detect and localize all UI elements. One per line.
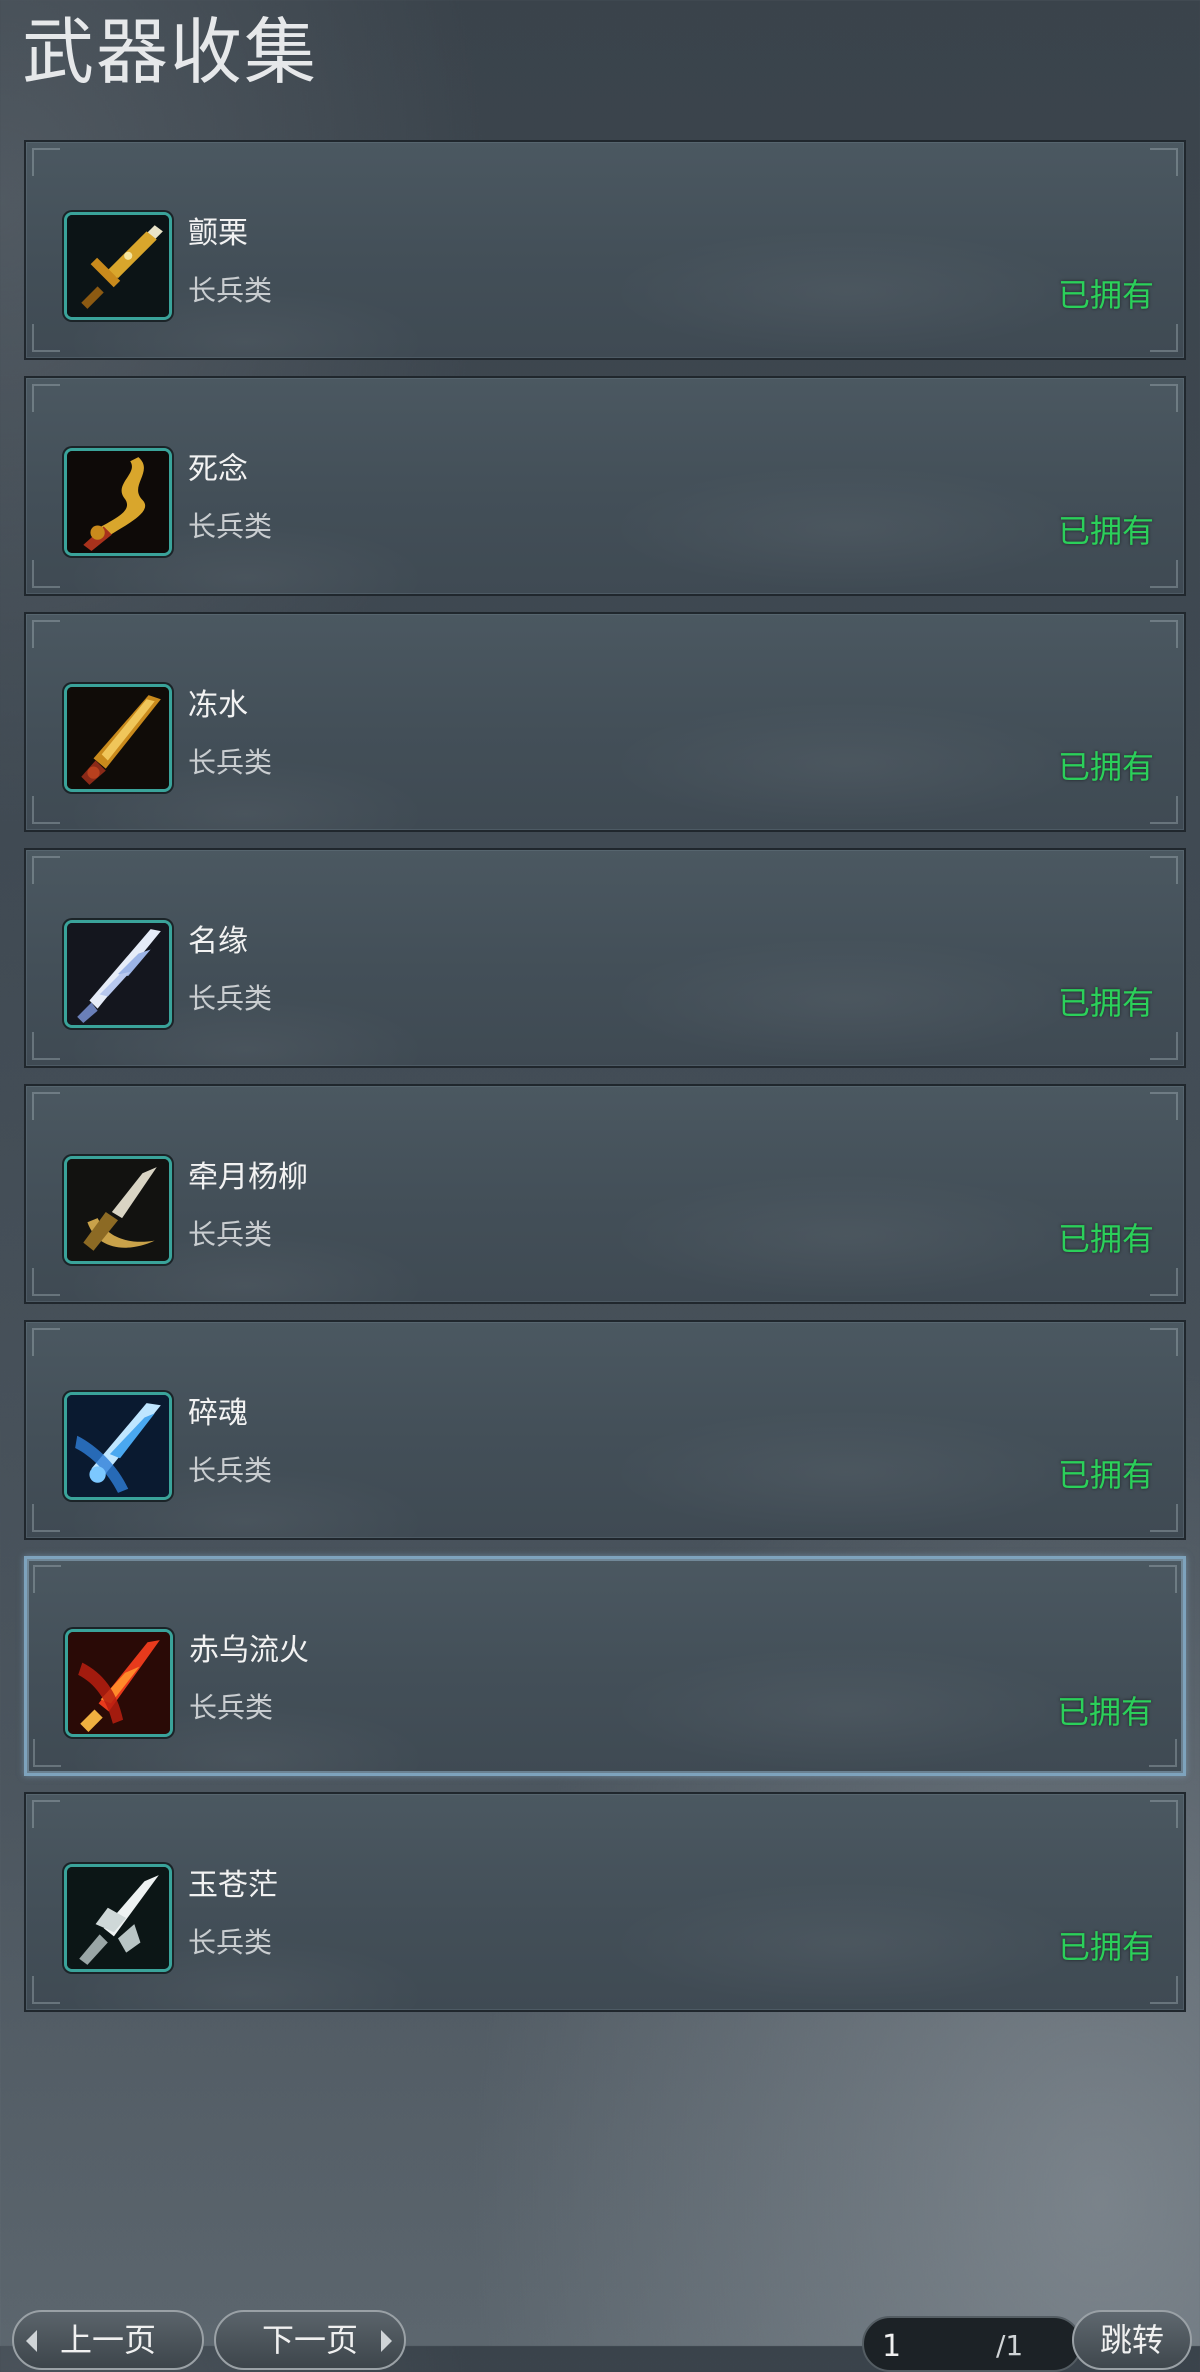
weapon-type: 长兵类 [188, 1926, 273, 1959]
chevron-right-icon [381, 2330, 392, 2352]
weapon-name: 名缘 [188, 924, 248, 959]
weapon-name: 颤栗 [188, 216, 248, 251]
corner-ornament [32, 1092, 60, 1120]
owned-status: 已拥有 [1057, 1220, 1154, 1258]
corner-ornament [1150, 1976, 1178, 2004]
jump-button[interactable]: 跳转 [1072, 2310, 1192, 2370]
owned-status: 已拥有 [1057, 984, 1154, 1022]
weapon-card[interactable]: 冻水 长兵类 已拥有 [24, 612, 1186, 832]
corner-ornament [32, 1268, 60, 1296]
golden-blade-icon [64, 684, 172, 792]
corner-ornament [1150, 1328, 1178, 1356]
red-fire-spear-icon [65, 1629, 173, 1737]
corner-ornament [1150, 1032, 1178, 1060]
owned-status: 已拥有 [1057, 512, 1154, 550]
page-number-input[interactable] [882, 2326, 952, 2366]
weapon-card[interactable]: 玉苍茫 长兵类 已拥有 [24, 1792, 1186, 2012]
owned-status: 已拥有 [1057, 748, 1154, 786]
corner-ornament [1150, 1504, 1178, 1532]
silver-halberd-icon [64, 1864, 172, 1972]
corner-ornament [32, 1328, 60, 1356]
corner-ornament [1150, 1268, 1178, 1296]
corner-ornament [1150, 856, 1178, 884]
corner-ornament [1150, 384, 1178, 412]
corner-ornament [1150, 620, 1178, 648]
corner-ornament [1150, 560, 1178, 588]
corner-ornament [1149, 1565, 1177, 1593]
corner-ornament [32, 148, 60, 176]
corner-ornament [32, 560, 60, 588]
weapon-card-selected[interactable]: 赤乌流火 长兵类 已拥有 [24, 1556, 1186, 1776]
crescent-spear-icon [64, 1156, 172, 1264]
corner-ornament [32, 1800, 60, 1828]
page-title: 武器收集 [22, 10, 319, 94]
weapon-card[interactable]: 碎魂 长兵类 已拥有 [24, 1320, 1186, 1540]
next-page-label: 下一页 [261, 2321, 358, 2359]
weapon-card[interactable]: 颤栗 长兵类 已拥有 [24, 140, 1186, 360]
chevron-left-icon [26, 2330, 37, 2352]
golden-curved-blade-icon [64, 448, 172, 556]
weapon-type: 长兵类 [188, 746, 273, 779]
weapon-name: 赤乌流火 [189, 1633, 309, 1668]
owned-status: 已拥有 [1057, 276, 1154, 314]
prev-page-button[interactable]: 上一页 [12, 2310, 204, 2370]
corner-ornament [1150, 148, 1178, 176]
weapon-card[interactable]: 死念 长兵类 已拥有 [24, 376, 1186, 596]
corner-ornament [32, 796, 60, 824]
corner-ornament [32, 324, 60, 352]
weapon-name: 玉苍茫 [188, 1868, 278, 1903]
weapon-name: 死念 [188, 452, 248, 487]
weapon-type: 长兵类 [188, 510, 273, 543]
corner-ornament [1150, 796, 1178, 824]
weapon-type: 长兵类 [188, 1218, 273, 1251]
weapon-type: 长兵类 [188, 982, 273, 1015]
corner-ornament [32, 1504, 60, 1532]
corner-ornament [32, 1032, 60, 1060]
corner-ornament [1149, 1739, 1177, 1767]
corner-ornament [1150, 1800, 1178, 1828]
weapon-name: 碎魂 [188, 1396, 248, 1431]
owned-status: 已拥有 [1057, 1456, 1154, 1494]
page-total: /1 [996, 2329, 1024, 2362]
weapon-name: 冻水 [188, 688, 248, 723]
corner-ornament [1150, 324, 1178, 352]
corner-ornament [32, 620, 60, 648]
corner-ornament [32, 384, 60, 412]
weapon-type: 长兵类 [188, 274, 273, 307]
corner-ornament [32, 856, 60, 884]
page-number-box: /1 [862, 2316, 1082, 2372]
prev-page-label: 上一页 [59, 2321, 156, 2359]
owned-status: 已拥有 [1057, 1928, 1154, 1966]
corner-ornament [1150, 1092, 1178, 1120]
next-page-button[interactable]: 下一页 [214, 2310, 406, 2370]
weapon-type: 长兵类 [189, 1691, 274, 1724]
weapon-type: 长兵类 [188, 1454, 273, 1487]
weapon-card[interactable]: 牵月杨柳 长兵类 已拥有 [24, 1084, 1186, 1304]
weapon-name: 牵月杨柳 [188, 1160, 308, 1195]
corner-ornament [32, 1976, 60, 2004]
white-crystal-blade-icon [64, 920, 172, 1028]
golden-sword-icon [64, 212, 172, 320]
weapon-card[interactable]: 名缘 长兵类 已拥有 [24, 848, 1186, 1068]
blue-ice-blade-icon [64, 1392, 172, 1500]
corner-ornament [33, 1565, 61, 1593]
owned-status: 已拥有 [1056, 1693, 1153, 1731]
weapon-list: 颤栗 长兵类 已拥有 死念 长兵类 已拥有 冻水 长兵类 已拥有 名缘 长兵类 … [24, 140, 1186, 2028]
corner-ornament [33, 1739, 61, 1767]
